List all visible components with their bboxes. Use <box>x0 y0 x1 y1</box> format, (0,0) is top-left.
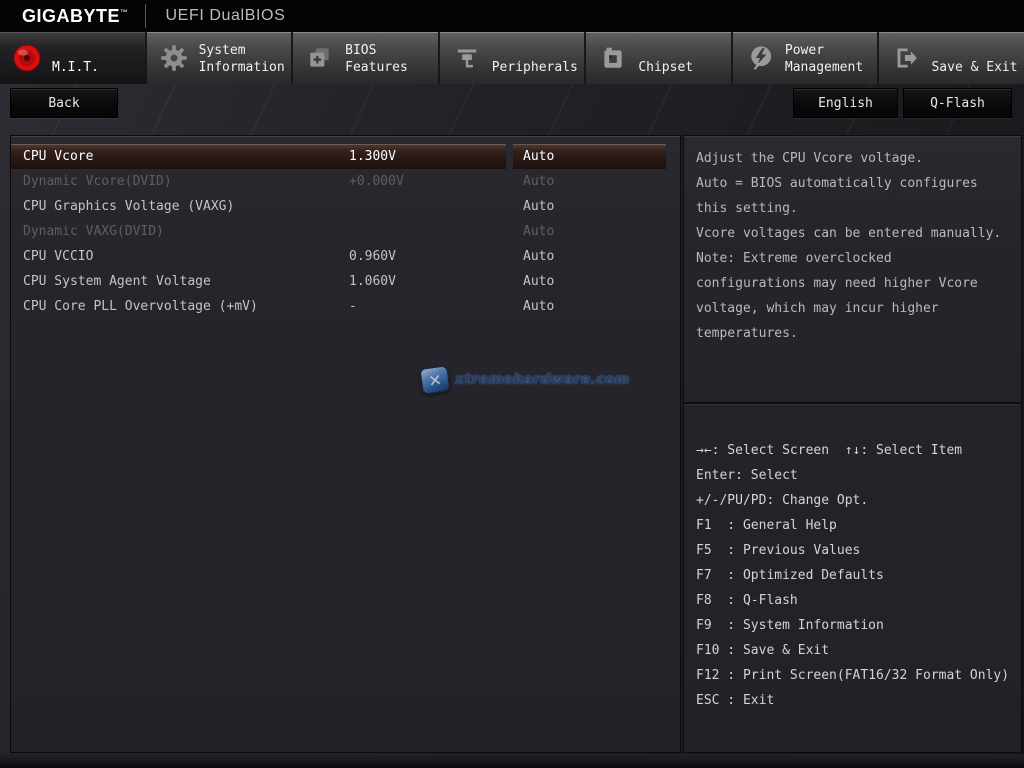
watermark-x-icon: ✕ <box>419 365 451 395</box>
help-line: Auto = BIOS automatically configures <box>696 176 978 191</box>
setting-label: CPU Vcore <box>23 149 94 164</box>
trademark-symbol: ™ <box>120 7 129 17</box>
setting-row-cpu-system-agent[interactable]: CPU System Agent Voltage 1.060V Auto <box>11 269 680 294</box>
tab-bar: M.I.T. System Information BIOS Features … <box>0 32 1024 84</box>
tab-label-chipset: Chipset <box>638 60 694 75</box>
language-button[interactable]: English <box>793 88 898 118</box>
tab-mit[interactable]: M.I.T. <box>0 32 147 84</box>
gear-icon <box>159 43 189 73</box>
key-legend-section: →←: Select Screen ↑↓: Select Item Enter:… <box>684 404 1021 713</box>
setting-option[interactable]: Auto <box>513 244 666 269</box>
chipset-icon <box>598 43 628 73</box>
help-line: this setting. <box>696 201 798 216</box>
setting-value: 1.060V <box>349 274 396 289</box>
tab-label-system-information: System Information <box>198 43 285 75</box>
setting-main-cell: Dynamic VAXG(DVID) <box>11 219 506 244</box>
key-legend-line: →←: Select Screen ↑↓: Select Item <box>696 443 963 458</box>
red-dot-icon <box>12 43 42 73</box>
help-line: Adjust the CPU Vcore voltage. <box>696 151 923 166</box>
setting-option[interactable]: Auto <box>513 269 666 294</box>
setting-row-cpu-vccio[interactable]: CPU VCCIO 0.960V Auto <box>11 244 680 269</box>
setting-main-cell: Dynamic Vcore(DVID) +0.000V <box>11 169 506 194</box>
key-legend-line: ESC : Exit <box>696 693 775 708</box>
setting-option[interactable]: Auto <box>513 194 666 219</box>
tab-peripherals[interactable]: Peripherals <box>439 32 587 84</box>
setting-label: CPU VCCIO <box>23 249 94 264</box>
exit-door-icon <box>891 43 921 73</box>
item-help-section: Adjust the CPU Vcore voltage. Auto = BIO… <box>684 136 1021 404</box>
setting-value: 1.300V <box>349 149 396 164</box>
key-legend-line: F7 : Optimized Defaults <box>696 568 884 583</box>
setting-option: Auto <box>523 174 555 189</box>
key-legend-line: F1 : General Help <box>696 518 837 533</box>
power-bolt-icon <box>745 43 775 73</box>
setting-label: Dynamic VAXG(DVID) <box>23 224 164 239</box>
peripheral-cable-icon <box>452 43 482 73</box>
back-button[interactable]: Back <box>10 88 118 118</box>
bottom-strip <box>0 754 1024 768</box>
setting-row-cpu-vcore[interactable]: CPU Vcore 1.300V Auto <box>11 144 680 169</box>
top-bar: GIGABYTE™ UEFI DualBIOS <box>0 0 1024 32</box>
setting-label: CPU Core PLL Overvoltage (+mV) <box>23 299 258 314</box>
gigabyte-logo: GIGABYTE™ <box>22 5 129 26</box>
watermark: ✕ xtremehardware.com <box>419 365 630 395</box>
key-legend-line: Enter: Select <box>696 468 798 483</box>
help-panel: Adjust the CPU Vcore voltage. Auto = BIO… <box>683 135 1022 753</box>
setting-option[interactable]: Auto <box>513 144 666 169</box>
tab-label-power-management: Power Management <box>784 43 864 75</box>
settings-list: CPU Vcore 1.300V Auto Dynamic Vcore(DVID… <box>11 136 680 319</box>
tab-save-exit[interactable]: Save & Exit <box>879 32 1024 84</box>
tab-bios-features[interactable]: BIOS Features <box>293 32 440 84</box>
setting-main-cell: CPU System Agent Voltage 1.060V <box>11 269 506 294</box>
help-line: Vcore voltages can be entered manually. <box>696 226 1002 241</box>
tab-system-information[interactable]: System Information <box>146 32 294 84</box>
chip-plus-icon <box>305 43 335 73</box>
key-legend-line: F10 : Save & Exit <box>696 643 830 658</box>
help-line: Note: Extreme overclocked <box>696 251 892 266</box>
tab-label-bios-features: BIOS Features <box>345 43 408 75</box>
topbar-divider <box>144 4 146 28</box>
key-legend-line: F9 : System Information <box>696 618 884 633</box>
setting-label: Dynamic Vcore(DVID) <box>23 174 172 189</box>
setting-row-dynamic-vaxg: Dynamic VAXG(DVID) Auto <box>11 219 680 244</box>
setting-row-dynamic-vcore: Dynamic Vcore(DVID) +0.000V Auto <box>11 169 680 194</box>
key-legend-line: F8 : Q-Flash <box>696 593 798 608</box>
setting-row-cpu-graphics-voltage[interactable]: CPU Graphics Voltage (VAXG) Auto <box>11 194 680 219</box>
tab-label-mit: M.I.T. <box>52 60 99 75</box>
setting-option: Auto <box>523 224 555 239</box>
setting-value: +0.000V <box>349 174 404 189</box>
watermark-text: xtremehardware.com <box>455 372 630 388</box>
tab-label-save-exit: Save & Exit <box>931 60 1018 75</box>
setting-label: CPU Graphics Voltage (VAXG) <box>23 199 235 214</box>
help-line: configurations may need higher Vcore <box>696 276 978 291</box>
help-line: temperatures. <box>696 326 798 341</box>
setting-main-cell: CPU Graphics Voltage (VAXG) <box>11 194 506 219</box>
setting-main-cell: CPU Core PLL Overvoltage (+mV) - <box>11 294 506 319</box>
setting-value: - <box>349 299 357 314</box>
key-legend-line: +/-/PU/PD: Change Opt. <box>696 493 869 508</box>
setting-main-cell: CPU Vcore 1.300V <box>11 144 506 169</box>
help-line: voltage, which may incur higher <box>696 301 939 316</box>
tab-label-peripherals: Peripherals <box>491 60 578 75</box>
setting-row-cpu-core-pll[interactable]: CPU Core PLL Overvoltage (+mV) - Auto <box>11 294 680 319</box>
tab-power-management[interactable]: Power Management <box>732 32 880 84</box>
setting-option[interactable]: Auto <box>513 294 666 319</box>
setting-main-cell: CPU VCCIO 0.960V <box>11 244 506 269</box>
qflash-button[interactable]: Q-Flash <box>903 88 1012 118</box>
settings-panel: CPU Vcore 1.300V Auto Dynamic Vcore(DVID… <box>10 135 681 753</box>
tab-chipset[interactable]: Chipset <box>586 32 733 84</box>
key-legend-line: F5 : Previous Values <box>696 543 861 558</box>
key-legend-line: F12 : Print Screen(FAT16/32 Format Only) <box>696 668 1010 683</box>
setting-label: CPU System Agent Voltage <box>23 274 211 289</box>
firmware-title: UEFI DualBIOS <box>165 7 286 24</box>
setting-value: 0.960V <box>349 249 396 264</box>
